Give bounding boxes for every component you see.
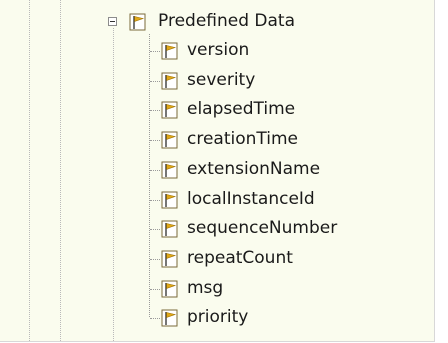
tag-flag-icon — [161, 161, 178, 179]
tree-connector — [150, 289, 160, 290]
panel-border — [434, 0, 435, 341]
tree-connector — [150, 259, 160, 260]
tag-flag-icon — [161, 131, 178, 149]
tag-flag-icon — [161, 191, 178, 209]
collapse-toggle-icon[interactable] — [108, 17, 117, 26]
tree-node-leaf[interactable]: repeatCount — [0, 244, 434, 274]
tree-node-leaf[interactable]: creationTime — [0, 125, 434, 155]
tag-flag-icon — [161, 101, 178, 119]
tree-node-leaf[interactable]: msg — [0, 274, 434, 304]
tree-node-label: sequenceNumber — [187, 218, 338, 238]
tree-node-label: priority — [187, 307, 249, 327]
tree-node-label: msg — [187, 278, 224, 298]
tag-flag-icon — [161, 280, 178, 298]
tree-node-label: extensionName — [187, 159, 321, 179]
tree-node-label: Predefined Data — [158, 11, 296, 31]
tree-node-leaf[interactable]: localInstanceId — [0, 185, 434, 215]
tree-node-predefined-data[interactable]: Predefined Data — [0, 7, 434, 37]
tree-node-label: repeatCount — [187, 248, 293, 268]
tag-flag-icon — [161, 72, 178, 90]
panel-border — [0, 341, 435, 342]
tree-node-leaf[interactable]: version — [0, 36, 434, 66]
tree-node-leaf[interactable]: severity — [0, 66, 434, 96]
tree-node-label: version — [187, 40, 250, 60]
tag-flag-icon — [129, 13, 146, 31]
tree-node-leaf[interactable]: priority — [0, 303, 434, 333]
tree-connector — [150, 110, 160, 111]
tree-node-leaf[interactable]: sequenceNumber — [0, 214, 434, 244]
tree-connector — [150, 229, 160, 230]
tree-node-leaf[interactable]: elapsedTime — [0, 95, 434, 125]
tree-panel: Predefined Data version severity elapsedTi… — [0, 0, 434, 341]
tree-node-label: severity — [187, 70, 256, 90]
tree-connector — [150, 81, 160, 82]
tag-flag-icon — [161, 42, 178, 60]
tag-flag-icon — [161, 250, 178, 268]
tag-flag-icon — [161, 309, 178, 327]
tree-node-leaf[interactable]: extensionName — [0, 155, 434, 185]
tree-connector — [150, 51, 160, 52]
tree-node-label: creationTime — [187, 129, 299, 149]
tag-flag-icon — [161, 220, 178, 238]
tree-node-label: elapsedTime — [187, 99, 296, 119]
tree-connector — [150, 140, 160, 141]
tree-node-label: localInstanceId — [187, 189, 315, 209]
tree-connector — [150, 170, 160, 171]
tree-connector — [150, 200, 160, 201]
tree-connector — [150, 318, 160, 319]
